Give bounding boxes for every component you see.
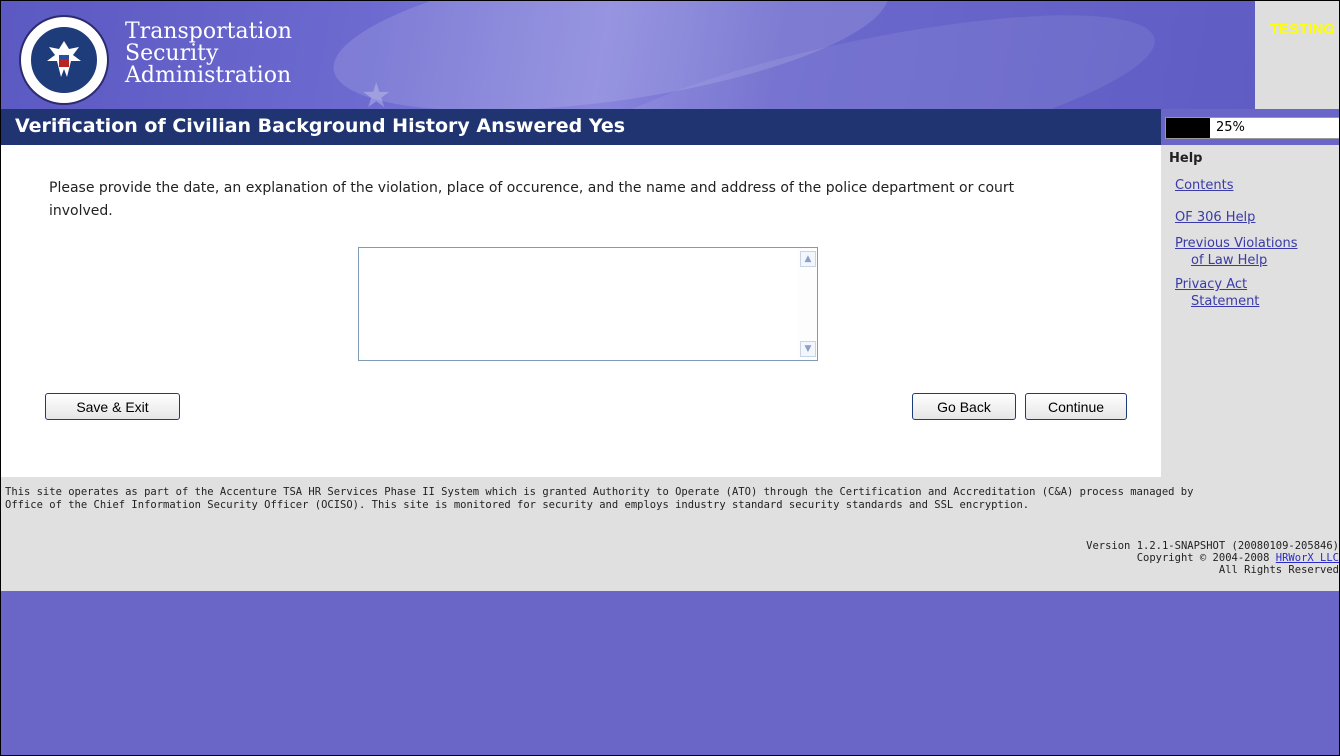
progress-percent: 25% <box>1216 120 1245 135</box>
version-info: Version 1.2.1-SNAPSHOT (20080109-205846)… <box>1086 540 1339 576</box>
header-banner: ★ Transportation Security Administration <box>1 1 1255 109</box>
save-exit-button[interactable]: Save & Exit <box>45 393 180 420</box>
environment-panel: TESTING <box>1255 1 1339 109</box>
disclaimer-line-1: This site operates as part of the Accent… <box>5 486 1194 498</box>
scroll-down-icon[interactable]: ▼ <box>800 341 816 357</box>
help-link-privacy-act[interactable]: Privacy Act Statement <box>1175 276 1315 310</box>
rights-text: All Rights Reserved <box>1218 564 1339 576</box>
continue-button[interactable]: Continue <box>1025 393 1127 420</box>
help-heading: Help <box>1169 151 1203 166</box>
page-title: Verification of Civilian Background Hist… <box>15 115 626 137</box>
page-frame: ★ Transportation Security Administration… <box>0 0 1340 756</box>
agency-line-1: Transportation <box>125 19 292 44</box>
scroll-up-icon[interactable]: ▲ <box>800 251 816 267</box>
agency-line-2: Security <box>125 41 219 66</box>
footer-disclaimer: This site operates as part of the Accent… <box>5 486 1335 512</box>
instructions-text: Please provide the date, an explanation … <box>49 180 1015 219</box>
help-link-contents[interactable]: Contents <box>1175 177 1233 194</box>
dhs-seal-icon <box>19 15 109 105</box>
go-back-button[interactable]: Go Back <box>912 393 1016 420</box>
help-link-label: Previous Violations <box>1175 236 1298 251</box>
disclaimer-line-2: Office of the Chief Information Security… <box>5 499 1030 511</box>
star-decoration-icon: ★ <box>361 76 392 109</box>
copyright-text: Copyright © 2004-2008 <box>1136 552 1276 564</box>
help-sidebar: Help Contents OF 306 Help Previous Viola… <box>1161 145 1339 477</box>
textarea-scrollbar[interactable]: ▲ ▼ <box>797 248 817 360</box>
main-content: Please provide the date, an explanation … <box>1 145 1161 477</box>
progress-bar: 25% <box>1165 117 1339 139</box>
help-link-label: Contents <box>1175 178 1234 193</box>
progress-fill <box>1166 118 1210 138</box>
explanation-textarea[interactable] <box>359 248 795 358</box>
help-link-label: Privacy Act <box>1175 277 1248 292</box>
agency-name: Transportation Security Administration <box>125 21 292 87</box>
help-link-label-cont: Statement <box>1191 294 1260 309</box>
explanation-textarea-container: ▲ ▼ <box>358 247 818 361</box>
environment-badge: TESTING <box>1269 21 1335 38</box>
help-link-of306[interactable]: OF 306 Help <box>1175 209 1255 226</box>
help-link-label-cont: of Law Help <box>1191 253 1268 268</box>
hrworx-link[interactable]: HRWorX LLC <box>1276 552 1339 564</box>
copyright-line: Copyright © 2004-2008 HRWorX LLC <box>1086 552 1339 564</box>
footer: This site operates as part of the Accent… <box>1 477 1339 591</box>
page-title-bar: Verification of Civilian Background Hist… <box>1 109 1161 145</box>
help-link-previous-violations[interactable]: Previous Violations of Law Help <box>1175 235 1335 269</box>
help-link-label: OF 306 Help <box>1175 210 1256 225</box>
agency-line-3: Administration <box>125 63 292 88</box>
version-text: Version 1.2.1-SNAPSHOT (20080109-205846) <box>1086 540 1339 552</box>
